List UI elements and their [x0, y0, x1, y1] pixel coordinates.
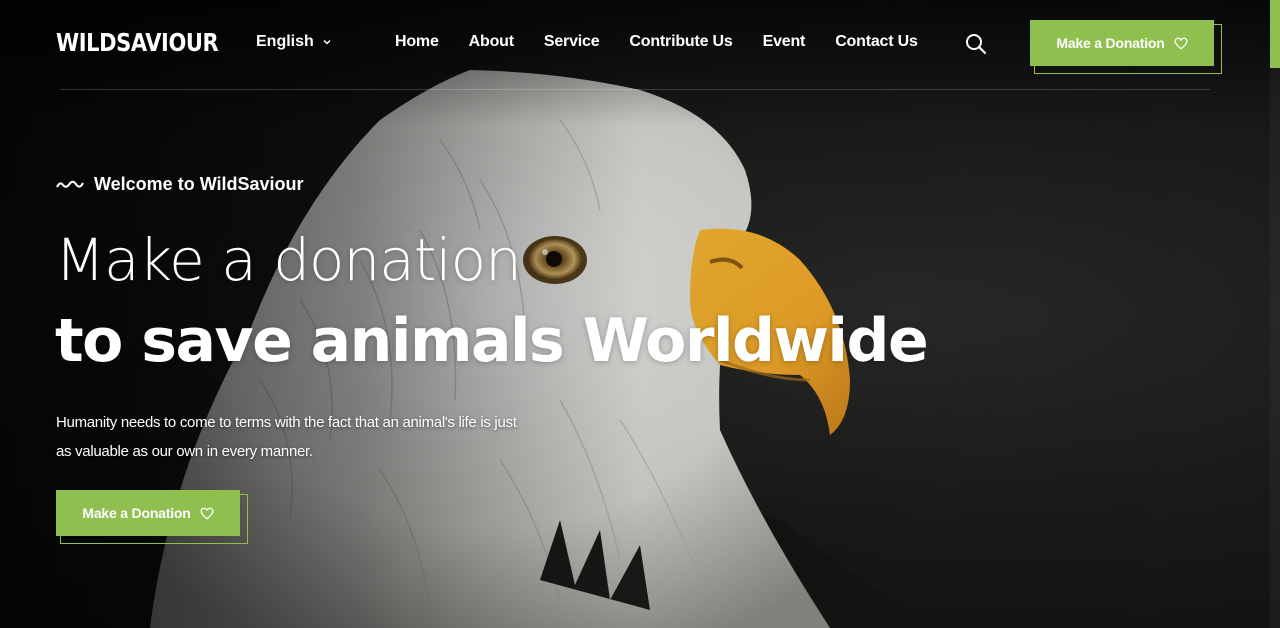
- site-header: WILDSAVIOUR English Home About Service C…: [0, 0, 1270, 90]
- main-nav: Home About Service Contribute Us Event C…: [395, 33, 948, 51]
- intro-line-1: Humanity needs to come to terms with the…: [56, 414, 517, 431]
- nav-item-contribute-us[interactable]: Contribute Us: [629, 33, 732, 51]
- headline-line-1: Make a donation: [55, 226, 522, 294]
- welcome-tagline: Welcome to WildSaviour: [56, 174, 304, 195]
- scrollbar-track[interactable]: [1270, 68, 1280, 628]
- search-icon[interactable]: [964, 32, 988, 56]
- heart-icon: [200, 507, 214, 520]
- nav-item-service[interactable]: Service: [544, 33, 600, 51]
- page: WILDSAVIOUR English Home About Service C…: [0, 0, 1280, 628]
- headline-line-2: to save animals Worldwide: [55, 306, 929, 376]
- header-divider: [60, 89, 1210, 90]
- language-label: English: [256, 33, 314, 50]
- nav-item-about[interactable]: About: [469, 33, 514, 51]
- hero-donate-button-wrap: Make a Donation: [56, 490, 248, 544]
- donate-button-label: Make a Donation: [1056, 35, 1165, 51]
- hero-intro: Humanity needs to come to terms with the…: [56, 408, 556, 466]
- nav-item-home[interactable]: Home: [395, 33, 439, 51]
- hero-donate-button[interactable]: Make a Donation: [56, 490, 240, 536]
- wave-icon: [56, 180, 84, 188]
- nav-item-event[interactable]: Event: [763, 33, 806, 51]
- welcome-text: Welcome to WildSaviour: [94, 174, 304, 194]
- heart-icon: [1174, 37, 1188, 50]
- intro-line-2: as valuable as our own in every manner.: [56, 443, 313, 460]
- nav-item-contact-us[interactable]: Contact Us: [835, 33, 918, 51]
- header-donate-button-wrap: Make a Donation: [1030, 20, 1222, 74]
- donate-button-label: Make a Donation: [82, 505, 191, 521]
- scrollbar-thumb[interactable]: [1270, 0, 1280, 68]
- header-donate-button[interactable]: Make a Donation: [1030, 20, 1214, 66]
- chevron-down-icon: [323, 39, 331, 45]
- language-selector[interactable]: English: [256, 33, 332, 51]
- site-logo[interactable]: WILDSAVIOUR: [56, 28, 219, 57]
